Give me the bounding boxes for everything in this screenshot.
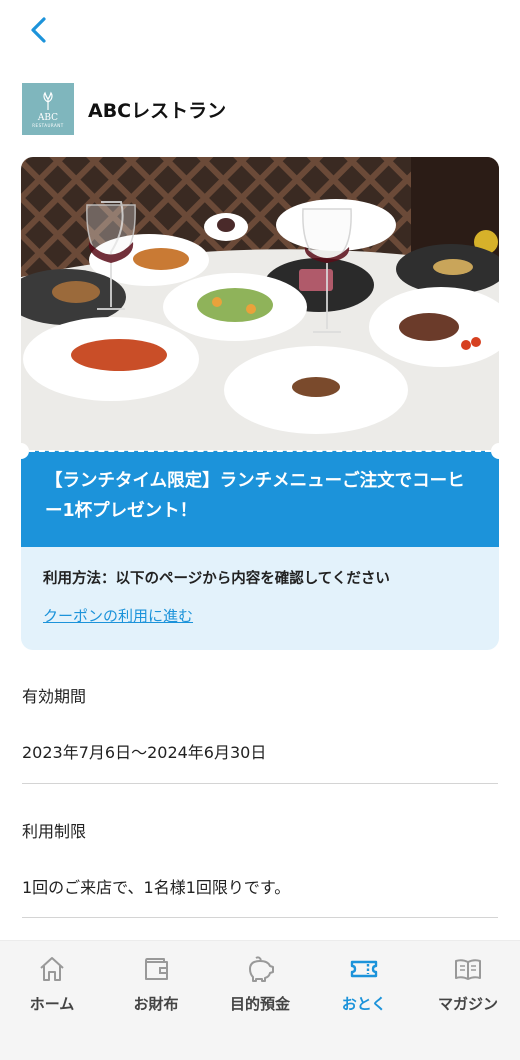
coupon-title-band: 【ランチタイム限定】ランチメニューご注文でコーヒー1杯プレゼント！ (21, 443, 499, 547)
ticket-icon (350, 960, 378, 978)
divider (22, 783, 498, 784)
tab-label: おとく (341, 995, 387, 1013)
coupon-body: 利用方法：以下のページから内容を確認してください クーポンの利用に進む (21, 547, 499, 650)
home-icon (40, 957, 64, 981)
coupon-card: 【ランチタイム限定】ランチメニューご注文でコーヒー1杯プレゼント！ 利用方法：以… (21, 157, 499, 650)
bottom-tab-bar: ホーム お財布 目的預金 おとく マガジン (0, 940, 520, 1060)
coupon-title: 【ランチタイム限定】ランチメニューご注文でコーヒー1杯プレゼント！ (45, 471, 465, 521)
leaf-emblem-icon (43, 91, 53, 110)
tab-label: 目的預金 (229, 995, 290, 1013)
coupon-usage-text: 利用方法：以下のページから内容を確認してください (43, 571, 390, 587)
book-icon (455, 959, 481, 980)
tab-wallet[interactable]: お財布 (104, 941, 208, 1060)
tab-label: マガジン (437, 995, 498, 1013)
piggy-bank-icon (249, 956, 274, 982)
shop-logo: ABC RESTAURANT (22, 83, 74, 135)
top-bar (0, 0, 520, 62)
tab-label: お財布 (133, 995, 179, 1013)
tab-magazine[interactable]: マガジン (416, 941, 520, 1060)
logo-subtext: RESTAURANT (32, 123, 64, 128)
shop-header: ABC RESTAURANT ABCレストラン (22, 82, 498, 136)
validity-value: 2023年7月6日〜2024年6月30日 (22, 743, 267, 762)
restriction-label: 利用制限 (22, 822, 87, 841)
ticket-notch-right (491, 443, 499, 459)
use-coupon-link[interactable]: クーポンの利用に進む (43, 605, 193, 626)
tab-deals[interactable]: おとく (312, 941, 416, 1060)
validity-label: 有効期間 (22, 687, 87, 706)
wallet-icon (145, 958, 168, 980)
restriction-value: 1回のご来店で、1名様1回限りです。 (22, 878, 291, 897)
coupon-food-image (21, 157, 499, 451)
tab-label: ホーム (29, 995, 75, 1013)
shop-name: ABCレストラン (88, 99, 227, 122)
logo-text: ABC (37, 113, 59, 123)
divider (22, 917, 498, 918)
perforation-line (29, 450, 491, 452)
tab-home[interactable]: ホーム (0, 941, 104, 1060)
back-chevron-icon[interactable] (24, 14, 56, 46)
tab-savings-goal[interactable]: 目的預金 (208, 941, 312, 1060)
